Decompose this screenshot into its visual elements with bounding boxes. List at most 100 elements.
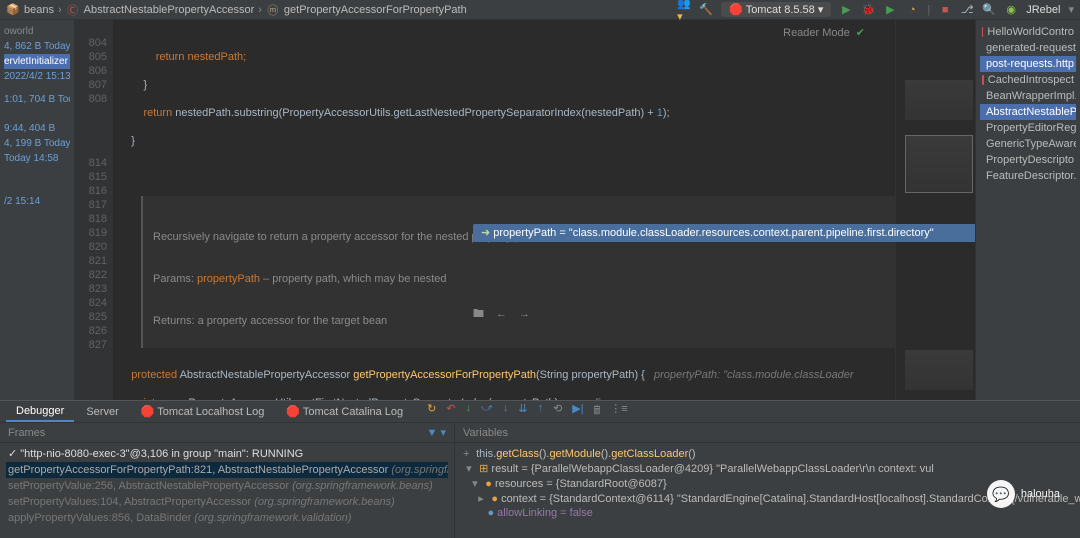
stack-frame[interactable]: applyPropertyValues:856, DataBinder (org… [6,510,448,526]
file-name: HelloWorldContro [987,26,1074,38]
code-editor[interactable]: 804805806807808 814815816817818819820821… [75,20,975,400]
package-icon: 📦 [6,3,20,17]
frames-label: Frames [8,427,45,439]
jrebel-label[interactable]: JRebel [1026,4,1060,16]
debug-panel: Debugger Server 🛑 Tomcat Localhost Log 🛑… [0,400,1080,538]
breadcrumb[interactable]: 📦 beans › Ⓒ AbstractNestablePropertyAcce… [6,3,467,17]
thread-row[interactable]: ✓ "http-nio-8080-exec-3"@3,106 in group … [6,445,448,462]
run-to-cursor-icon[interactable]: ▶| [572,402,583,421]
var-row[interactable]: ● allowLinking = false [463,506,1080,520]
folder-icon[interactable]: 🖿 [473,307,484,321]
left-item[interactable]: 2022/4/2 15:13, 1 [4,69,70,84]
file-name: GenericTypeAware [986,138,1076,150]
open-file-tab[interactable]: GenericTypeAware [980,136,1076,152]
left-item[interactable]: oworld [4,24,70,39]
open-files-panel: HelloWorldContro generated-request post-re… [975,20,1080,400]
left-item[interactable]: ervletInitializer [4,54,70,69]
tab-debugger[interactable]: Debugger [6,402,74,422]
tab-server[interactable]: Server [76,403,128,421]
file-name: generated-request [986,42,1076,54]
hammer-icon[interactable]: 🔨 [699,3,713,17]
chevron-right-icon: › [258,4,262,16]
stack-frame[interactable]: setPropertyValue:256, AbstractNestablePr… [6,478,448,494]
step-out-icon[interactable]: ↑ [538,402,544,421]
run-config-selector[interactable]: 🛑 Tomcat 8.5.58 ▾ [721,2,831,17]
inline-toolbar: 🖿 ← → [473,307,530,321]
left-item[interactable]: 4, 862 B Today 14: [4,39,70,54]
step-into-icon[interactable]: ↓ [503,402,509,421]
open-file-tab[interactable]: BeanWrapperImpl. [980,88,1076,104]
evaluate-icon[interactable]: 🖩 [594,402,601,421]
file-name: AbstractNestableP [986,106,1076,118]
open-file-tab[interactable]: FeatureDescriptor. [980,168,1076,184]
left-item[interactable]: /2 15:14 [4,194,70,209]
breadcrumb-method[interactable]: getPropertyAccessorForPropertyPath [284,4,467,16]
watermark: 💬 halouha [987,480,1060,508]
tab-catalina-log[interactable]: 🛑 Tomcat Catalina Log [276,402,413,421]
run-icon[interactable]: ▶ [839,3,853,17]
users-icon[interactable]: 👥▾ [677,3,691,17]
left-item[interactable]: 9:44, 404 B [4,121,70,136]
chevron-right-icon: › [58,4,62,16]
file-name: CachedIntrospect [988,74,1074,86]
var-row[interactable]: ▾ ⊞ result = {ParallelWebappClassLoader@… [463,461,1080,476]
debug-value-tooltip[interactable]: ➜ propertyPath = "class.module.classLoad… [473,224,975,242]
arrow-right-icon[interactable]: → [519,307,530,321]
stack-frame[interactable]: setPropertyValues:104, AbstractPropertyA… [6,494,448,510]
step-over-icon[interactable]: ⤻ [481,402,493,421]
main-toolbar: 📦 beans › Ⓒ AbstractNestablePropertyAcce… [0,0,1080,20]
debug-action-bar: ↻ ↶ ↓ ⤻ ↓ ⇊ ↑ ⟲ ▶| 🖩 ⋮≡ [427,402,628,421]
arrow-left-icon[interactable]: ← [496,307,507,321]
left-item[interactable]: 4, 199 B Today 1 [4,136,70,151]
open-file-tab[interactable]: generated-request [980,40,1076,56]
git-icon[interactable]: ⎇ [960,3,974,17]
debug-tabs: Debugger Server 🛑 Tomcat Localhost Log 🛑… [0,401,1080,423]
file-type-icon [982,27,983,37]
stop-icon[interactable]: ■ [938,3,952,17]
force-step-icon[interactable]: ⇊ [518,402,527,421]
method-icon: ⓜ [266,3,280,17]
left-item[interactable]: 1:01, 704 B Today [4,92,70,107]
refresh-icon[interactable]: ↻ [427,402,436,421]
show-frames-icon[interactable]: ↓ [466,402,472,421]
file-name: PropertyDescripto [986,154,1074,166]
open-file-tab[interactable]: CachedIntrospect [980,72,1076,88]
tab-localhost-log[interactable]: 🛑 Tomcat Localhost Log [131,402,275,421]
frames-pane: Frames ▼ ▾ ✓ "http-nio-8080-exec-3"@3,106… [0,423,455,538]
open-file-tab[interactable]: AbstractNestableP [980,104,1076,120]
file-name: PropertyEditorReg [986,122,1076,134]
breadcrumb-class[interactable]: AbstractNestablePropertyAccessor [84,4,255,16]
class-icon: Ⓒ [66,3,80,17]
coverage-icon[interactable]: ▶ [883,3,897,17]
open-file-tab[interactable]: PropertyDescripto [980,152,1076,168]
drop-frame-icon[interactable]: ⟲ [553,402,562,421]
profiler-icon[interactable]: ◔ [905,3,919,17]
var-expression[interactable]: + this.getClass().getModule().getClassLo… [463,447,1080,461]
debug-icon[interactable]: 🐞 [861,3,875,17]
filter-icon[interactable]: ▼ ▾ [427,426,446,439]
left-item[interactable]: Today 14:58 [4,151,70,166]
left-panel: oworld 4, 862 B Today 14: ervletInitiali… [0,20,75,400]
frames-list[interactable]: ✓ "http-nio-8080-exec-3"@3,106 in group … [0,443,454,528]
minimap[interactable] [895,20,975,400]
step-back-icon[interactable]: ↶ [446,402,455,421]
debug-body: Frames ▼ ▾ ✓ "http-nio-8080-exec-3"@3,106… [0,423,1080,538]
line-gutter: 804805806807808 814815816817818819820821… [75,20,113,400]
more-icon[interactable]: ⋮≡ [610,402,627,421]
javadoc-block: Recursively navigate to return a propert… [141,196,895,348]
open-file-tab[interactable]: HelloWorldContro [980,24,1076,40]
open-file-tab[interactable]: post-requests.http [980,56,1076,72]
file-name: BeanWrapperImpl. [986,90,1076,102]
search-icon[interactable]: 🔍 [982,3,996,17]
open-file-tab[interactable]: PropertyEditorReg [980,120,1076,136]
editor: Reader Mode ✔ 804805806807808 8148158168… [75,20,975,400]
main-area: oworld 4, 862 B Today 14: ervletInitiali… [0,20,1080,400]
jrebel-icon[interactable]: ◉ [1004,3,1018,17]
breadcrumb-package[interactable]: beans [24,4,54,16]
code-content[interactable]: return nestedPath; } return nestedPath.s… [113,20,895,400]
file-type-icon [982,75,984,85]
stack-frame[interactable]: getPropertyAccessorForPropertyPath:821, … [6,462,448,478]
toolbar-actions: 👥▾ 🔨 🛑 Tomcat 8.5.58 ▾ ▶ 🐞 ▶ ◔ | ■ ⎇ 🔍 ◉… [677,2,1074,17]
wechat-icon: 💬 [987,480,1015,508]
file-name: FeatureDescriptor. [986,170,1076,182]
